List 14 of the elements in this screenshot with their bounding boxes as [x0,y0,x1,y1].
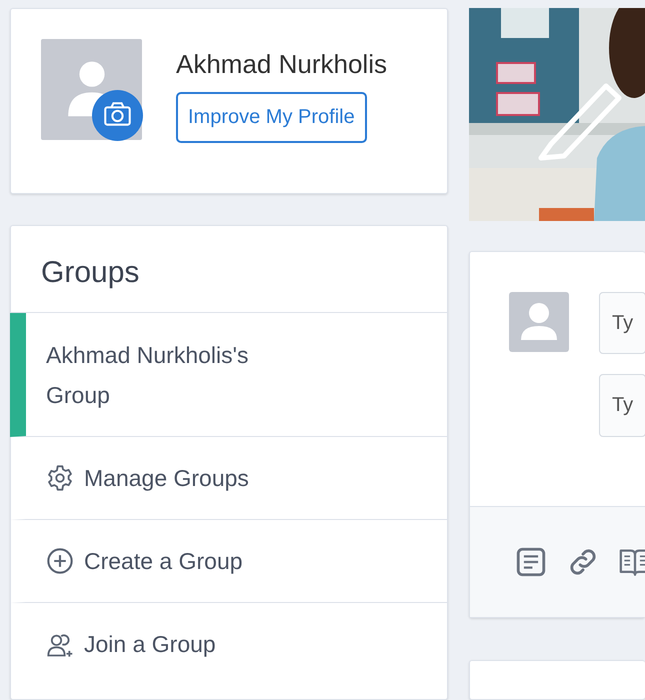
group-menu-item[interactable]: Akhmad Nurkholis's Group [10,313,447,437]
group-menu-item[interactable]: Manage Groups [10,437,447,520]
group-menu-item[interactable]: Create a Group [10,520,447,603]
camera-icon[interactable] [92,90,143,141]
plus-circle-icon [46,547,74,575]
avatar-icon [509,292,569,352]
text-field[interactable]: Ty [599,374,645,437]
improve-profile-button[interactable]: Improve My Profile [176,92,367,143]
text-field[interactable]: Ty [599,292,645,354]
groups-heading: Groups [11,226,447,313]
profile-name: Akhmad Nurkholis [176,49,387,80]
group-menu-item[interactable]: Join a Group [10,603,447,686]
settings-icon [46,464,74,492]
document-icon[interactable] [514,545,548,579]
